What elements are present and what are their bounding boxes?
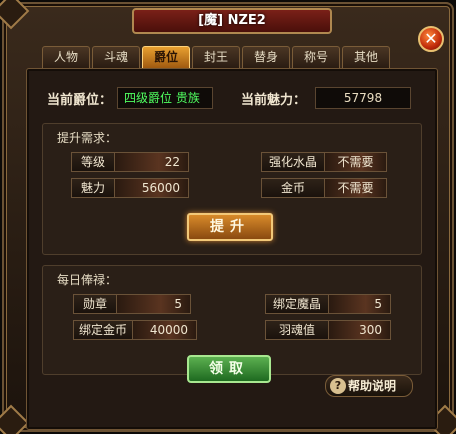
requirement-charm: 魅力 56000 <box>71 178 189 198</box>
field-value: 56000 <box>115 178 189 198</box>
field-value: 不需要 <box>325 152 387 172</box>
salary-medal: 勋章 5 <box>73 294 191 314</box>
corner-ornament <box>0 404 30 434</box>
requirement-level: 等级 22 <box>71 152 189 172</box>
close-icon[interactable]: ✕ <box>418 26 444 52</box>
requirement-crystal: 强化水晶 不需要 <box>261 152 387 172</box>
field-label: 等级 <box>71 152 115 172</box>
requirement-gold: 金币 不需要 <box>261 178 387 198</box>
salary-feather-soul: 羽魂值 300 <box>265 320 391 340</box>
field-value: 不需要 <box>325 178 387 198</box>
field-label: 绑定金币 <box>73 320 133 340</box>
current-rank-value: 四级爵位 贵族 <box>117 87 213 109</box>
current-charm-value: 57798 <box>315 87 411 109</box>
tab-king[interactable]: 封王 <box>192 46 240 68</box>
current-rank-label: 当前爵位： <box>47 93 113 108</box>
field-value: 22 <box>115 152 189 172</box>
field-label: 强化水晶 <box>261 152 325 172</box>
tab-double[interactable]: 替身 <box>242 46 290 68</box>
tab-title[interactable]: 称号 <box>292 46 340 68</box>
upgrade-button[interactable]: 提升 <box>187 213 273 241</box>
current-charm-label: 当前魅力： <box>241 93 307 108</box>
field-label: 金币 <box>261 178 325 198</box>
daily-title: 每日俸禄： <box>57 273 118 287</box>
field-label: 勋章 <box>73 294 117 314</box>
help-label: 帮助说明 <box>348 379 397 393</box>
tab-bar: 人物 斗魂 爵位 封王 替身 称号 其他 <box>42 46 392 68</box>
tab-soul[interactable]: 斗魂 <box>92 46 140 68</box>
corner-ornament <box>0 0 30 30</box>
tab-rank[interactable]: 爵位 <box>142 46 190 68</box>
help-button[interactable]: ? 帮助说明 <box>325 375 413 397</box>
requirements-title: 提升需求： <box>57 131 118 145</box>
field-label: 绑定魔晶 <box>265 294 329 314</box>
field-value: 5 <box>329 294 391 314</box>
field-value: 40000 <box>133 320 197 340</box>
tab-character[interactable]: 人物 <box>42 46 90 68</box>
salary-bound-crystal: 绑定魔晶 5 <box>265 294 391 314</box>
field-value: 300 <box>329 320 391 340</box>
field-value: 5 <box>117 294 191 314</box>
field-label: 魅力 <box>71 178 115 198</box>
salary-bound-gold: 绑定金币 40000 <box>73 320 197 340</box>
rank-window: [魔] NZE2 ✕ 人物 斗魂 爵位 封王 替身 称号 其他 当前爵位： 四级… <box>0 0 456 434</box>
claim-button[interactable]: 领取 <box>187 355 271 383</box>
field-label: 羽魂值 <box>265 320 329 340</box>
question-icon: ? <box>330 378 346 394</box>
tab-other[interactable]: 其他 <box>342 46 390 68</box>
window-title: [魔] NZE2 <box>132 8 332 34</box>
rank-panel: 当前爵位： 四级爵位 贵族 当前魅力： 57798 提升需求： 等级 22 魅力… <box>26 68 438 430</box>
